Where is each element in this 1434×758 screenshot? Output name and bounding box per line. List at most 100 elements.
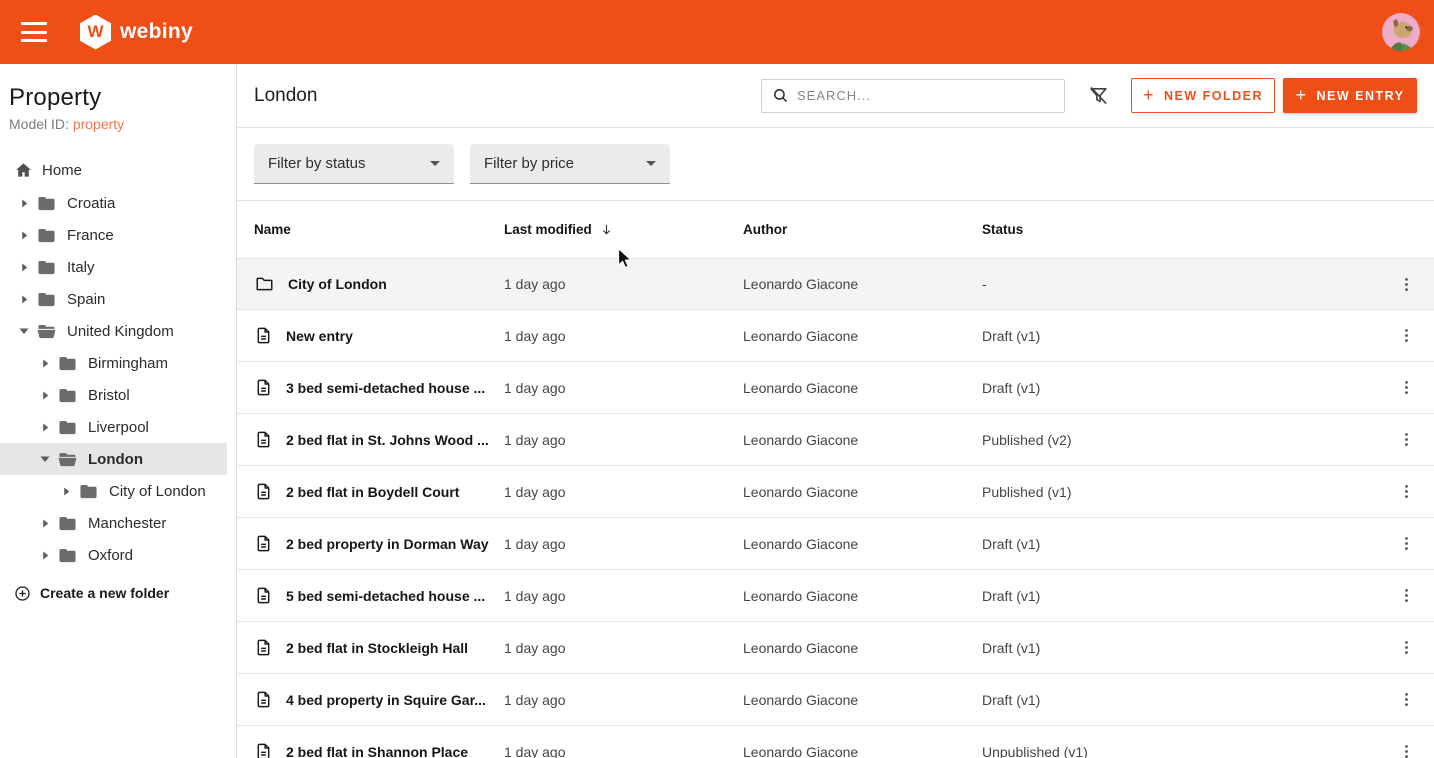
table-row[interactable]: 2 bed flat in Boydell Court 1 day ago Le… (237, 466, 1434, 518)
caret-right-icon[interactable] (35, 551, 55, 560)
table-row[interactable]: 2 bed property in Dorman Way 1 day ago L… (237, 518, 1434, 570)
row-menu-button[interactable] (1378, 534, 1434, 553)
folder-icon (36, 225, 57, 246)
table-row[interactable]: New entry 1 day ago Leonardo Giacone Dra… (237, 310, 1434, 362)
row-menu-button[interactable] (1378, 326, 1434, 345)
caret-right-icon[interactable] (35, 519, 55, 528)
table-row[interactable]: City of London 1 day ago Leonardo Giacon… (237, 258, 1434, 310)
table-row[interactable]: 2 bed flat in St. Johns Wood ... 1 day a… (237, 414, 1434, 466)
avatar[interactable] (1382, 13, 1420, 51)
author-cell: Leonardo Giacone (743, 380, 982, 396)
webiny-logo-icon: W (80, 15, 111, 50)
filter-by-status-select[interactable]: Filter by status (254, 144, 454, 184)
sidebar-item-united-kingdom[interactable]: United Kingdom (0, 315, 227, 347)
table-row[interactable]: 3 bed semi-detached house ... 1 day ago … (237, 362, 1434, 414)
caret-right-icon[interactable] (35, 423, 55, 432)
sidebar-item-home[interactable]: Home (0, 154, 236, 186)
sidebar: Property Model ID: property Home Croatia… (0, 64, 237, 758)
file-icon (254, 481, 273, 502)
filter-by-price-select[interactable]: Filter by price (470, 144, 670, 184)
table-row[interactable]: 4 bed property in Squire Gar... 1 day ag… (237, 674, 1434, 726)
folder-open-icon (36, 321, 57, 342)
row-menu-button[interactable] (1378, 586, 1434, 605)
caret-right-icon[interactable] (35, 359, 55, 368)
filters-bar: Filter by status Filter by price (237, 128, 1434, 201)
sidebar-item-city-of-london[interactable]: City of London (0, 475, 227, 507)
kebab-icon (1397, 326, 1416, 345)
sidebar-item-italy[interactable]: Italy (0, 251, 227, 283)
caret-right-icon[interactable] (56, 487, 76, 496)
caret-down-icon[interactable] (35, 454, 55, 464)
row-menu-button[interactable] (1378, 638, 1434, 657)
entry-name: 2 bed flat in Shannon Place (286, 744, 478, 758)
kebab-icon (1397, 690, 1416, 709)
top-app-bar: W webiny (0, 0, 1434, 64)
new-entry-button[interactable]: + NEW ENTRY (1283, 78, 1417, 113)
entry-name: 2 bed flat in Stockleigh Hall (286, 640, 478, 656)
sidebar-item-birmingham[interactable]: Birmingham (0, 347, 227, 379)
home-icon (14, 161, 33, 180)
status-cell: Published (v1) (982, 484, 1378, 500)
row-menu-button[interactable] (1378, 275, 1434, 294)
table-row[interactable]: 2 bed flat in Shannon Place 1 day ago Le… (237, 726, 1434, 758)
caret-right-icon[interactable] (35, 391, 55, 400)
sidebar-item-bristol[interactable]: Bristol (0, 379, 227, 411)
file-icon (254, 429, 273, 450)
column-header-name[interactable]: Name (254, 222, 504, 237)
table-row[interactable]: 2 bed flat in Stockleigh Hall 1 day ago … (237, 622, 1434, 674)
status-cell: Unpublished (v1) (982, 744, 1378, 758)
caret-down-icon[interactable] (14, 326, 34, 336)
create-folder-button[interactable]: Create a new folder (0, 577, 236, 609)
sort-desc-arrow-icon (599, 222, 614, 237)
last-modified-cell: 1 day ago (504, 432, 743, 448)
sidebar-item-liverpool[interactable]: Liverpool (0, 411, 227, 443)
search-box (761, 79, 1065, 113)
model-title: Property (9, 84, 226, 112)
entry-name: 5 bed semi-detached house ... (286, 588, 495, 604)
entry-name: 4 bed property in Squire Gar... (286, 692, 496, 708)
webiny-logo[interactable]: W webiny (80, 15, 193, 50)
last-modified-cell: 1 day ago (504, 484, 743, 500)
filter-off-icon[interactable] (1087, 84, 1110, 107)
kebab-icon (1397, 378, 1416, 397)
caret-right-icon[interactable] (14, 263, 34, 272)
search-input[interactable] (797, 88, 1054, 103)
sidebar-item-france[interactable]: France (0, 219, 227, 251)
author-cell: Leonardo Giacone (743, 484, 982, 500)
sidebar-item-london[interactable]: London (0, 443, 227, 475)
sidebar-item-manchester[interactable]: Manchester (0, 507, 227, 539)
chevron-down-icon (646, 161, 656, 166)
status-cell: Draft (v1) (982, 536, 1378, 552)
entry-name: 2 bed property in Dorman Way (286, 536, 499, 552)
sidebar-item-oxford[interactable]: Oxford (0, 539, 227, 571)
caret-right-icon[interactable] (14, 199, 34, 208)
caret-right-icon[interactable] (14, 231, 34, 240)
sidebar-item-spain[interactable]: Spain (0, 283, 227, 315)
new-folder-button[interactable]: + NEW FOLDER (1131, 78, 1275, 113)
row-menu-button[interactable] (1378, 742, 1434, 758)
column-header-status[interactable]: Status (982, 222, 1378, 237)
column-header-last-modified[interactable]: Last modified (504, 222, 743, 237)
kebab-icon (1397, 638, 1416, 657)
caret-right-icon[interactable] (14, 295, 34, 304)
avatar-image (1382, 13, 1420, 51)
last-modified-cell: 1 day ago (504, 276, 743, 292)
row-menu-button[interactable] (1378, 690, 1434, 709)
table-row[interactable]: 5 bed semi-detached house ... 1 day ago … (237, 570, 1434, 622)
kebab-icon (1397, 742, 1416, 758)
file-icon (254, 637, 273, 658)
entry-name: City of London (288, 276, 397, 292)
folder-open-icon (57, 449, 78, 470)
folder-icon (57, 353, 78, 374)
folder-icon (57, 513, 78, 534)
row-menu-button[interactable] (1378, 378, 1434, 397)
column-header-author[interactable]: Author (743, 222, 982, 237)
row-menu-button[interactable] (1378, 430, 1434, 449)
sidebar-item-croatia[interactable]: Croatia (0, 187, 227, 219)
row-menu-button[interactable] (1378, 482, 1434, 501)
menu-icon[interactable] (21, 22, 47, 42)
last-modified-cell: 1 day ago (504, 588, 743, 604)
author-cell: Leonardo Giacone (743, 328, 982, 344)
author-cell: Leonardo Giacone (743, 536, 982, 552)
status-cell: Draft (v1) (982, 328, 1378, 344)
